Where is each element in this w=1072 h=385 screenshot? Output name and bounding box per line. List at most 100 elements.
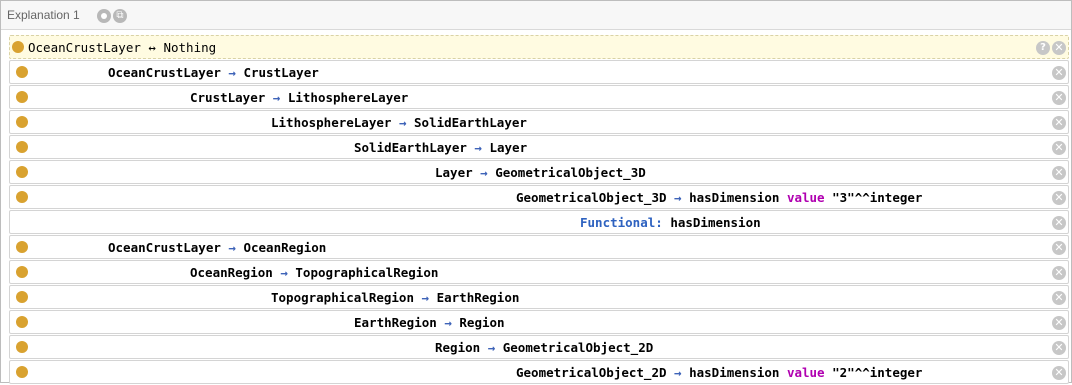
axiom-property: hasDimension <box>689 365 780 380</box>
axiom-text: OceanRegion → TopographicalRegion <box>190 265 438 280</box>
axiom-row[interactable]: Region → GeometricalObject_2D ✕ <box>9 335 1069 359</box>
axiom-subject: OceanRegion <box>190 265 273 280</box>
bullet-icon <box>16 316 28 328</box>
axiom-object: GeometricalObject_3D <box>495 165 646 180</box>
close-icon[interactable]: ✕ <box>1052 316 1066 330</box>
close-icon[interactable]: ✕ <box>1052 91 1066 105</box>
functional-keyword: Functional: <box>580 215 663 230</box>
bullet-icon <box>16 116 28 128</box>
axiom-row[interactable]: GeometricalObject_3D → hasDimension valu… <box>9 185 1069 209</box>
axiom-text: GeometricalObject_3D → hasDimension valu… <box>516 190 922 205</box>
axiom-object: GeometricalObject_2D <box>502 340 654 355</box>
axiom-row[interactable]: LithosphereLayer → SolidEarthLayer ✕ <box>9 110 1069 134</box>
subclass-arrow: → <box>398 115 407 130</box>
close-icon[interactable]: ✕ <box>1052 116 1066 130</box>
entailment-row[interactable]: OceanCrustLayer ↔ Nothing ? ✕ <box>9 35 1069 59</box>
bullet-icon <box>16 341 28 353</box>
subclass-arrow: → <box>228 65 236 80</box>
axiom-subject: OceanCrustLayer <box>28 40 141 55</box>
bullet-icon <box>16 291 28 303</box>
close-icon[interactable]: ✕ <box>1052 266 1066 280</box>
value-keyword: value <box>786 190 825 205</box>
axiom-row[interactable]: CrustLayer → LithosphereLayer ✕ <box>9 85 1069 109</box>
close-icon[interactable]: ✕ <box>1052 41 1066 55</box>
axiom-subject: EarthRegion <box>354 315 437 330</box>
axiom-object: CrustLayer <box>243 65 319 80</box>
axiom-row[interactable]: TopographicalRegion → EarthRegion ✕ <box>9 285 1069 309</box>
close-icon[interactable]: ✕ <box>1052 366 1066 380</box>
axiom-row[interactable]: OceanCrustLayer → CrustLayer ✕ <box>9 60 1069 84</box>
bullet-icon <box>12 41 24 53</box>
bullet-icon <box>16 166 28 178</box>
axiom-text: GeometricalObject_2D → hasDimension valu… <box>516 365 922 380</box>
bullet-icon <box>16 191 28 203</box>
axiom-subject: Region <box>435 340 481 355</box>
bullet-icon <box>16 366 28 378</box>
subclass-arrow: → <box>674 190 682 205</box>
subclass-arrow: → <box>421 290 430 305</box>
axiom-text: LithosphereLayer → SolidEarthLayer <box>271 115 527 130</box>
close-icon[interactable]: ✕ <box>1052 191 1066 205</box>
close-icon[interactable]: ✕ <box>1052 341 1066 355</box>
axiom-text: Functional: hasDimension <box>580 215 761 230</box>
close-icon[interactable]: ✕ <box>1052 291 1066 305</box>
axiom-text: Layer → GeometricalObject_3D <box>435 165 646 180</box>
subclass-arrow: → <box>280 265 288 280</box>
close-icon[interactable]: ✕ <box>1052 216 1066 230</box>
axiom-subject: OceanCrustLayer <box>108 65 221 80</box>
bullet-icon <box>16 91 28 103</box>
axiom-object: Region <box>459 315 505 330</box>
subclass-arrow: → <box>474 140 482 155</box>
axiom-text: TopographicalRegion → EarthRegion <box>271 290 519 305</box>
axiom-subject: CrustLayer <box>190 90 266 105</box>
axiom-row[interactable]: Functional: hasDimension ✕ <box>9 210 1069 234</box>
axiom-subject: GeometricalObject_2D <box>516 365 667 380</box>
copy-icon[interactable]: ⧉ <box>113 9 127 23</box>
equivalence-symbol: ↔ <box>148 40 156 55</box>
axiom-subject: LithosphereLayer <box>271 115 392 130</box>
axiom-literal: "3"^^integer <box>832 190 923 205</box>
bullet-icon <box>16 266 28 278</box>
axiom-text: CrustLayer → LithosphereLayer <box>190 90 408 105</box>
axiom-row[interactable]: OceanRegion → TopographicalRegion ✕ <box>9 260 1069 284</box>
axiom-row[interactable]: Layer → GeometricalObject_3D ✕ <box>9 160 1069 184</box>
subclass-arrow: → <box>272 90 281 105</box>
subclass-arrow: → <box>480 165 488 180</box>
axiom-object: SolidEarthLayer <box>414 115 527 130</box>
bullet-icon <box>16 241 28 253</box>
axiom-property: hasDimension <box>689 190 780 205</box>
axiom-row[interactable]: GeometricalObject_2D → hasDimension valu… <box>9 360 1069 384</box>
panel-title-bar: Explanation 1 ⧉ <box>1 1 1071 30</box>
bullet-icon <box>16 141 28 153</box>
subclass-arrow: → <box>487 340 496 355</box>
axiom-text: EarthRegion → Region <box>354 315 505 330</box>
axiom-object: OceanRegion <box>243 240 327 255</box>
axiom-subject: OceanCrustLayer <box>108 240 221 255</box>
radio-icon[interactable] <box>97 9 111 23</box>
close-icon[interactable]: ✕ <box>1052 141 1066 155</box>
axiom-object: Layer <box>489 140 528 155</box>
axiom-text: Region → GeometricalObject_2D <box>435 340 653 355</box>
axiom-subject: SolidEarthLayer <box>354 140 467 155</box>
axiom-property: hasDimension <box>670 215 761 230</box>
close-icon[interactable]: ✕ <box>1052 66 1066 80</box>
axiom-subject: Layer <box>435 165 473 180</box>
axiom-text: OceanCrustLayer → OceanRegion <box>108 240 326 255</box>
panel-title: Explanation 1 <box>7 8 80 22</box>
axiom-row[interactable]: SolidEarthLayer → Layer ✕ <box>9 135 1069 159</box>
subclass-arrow: → <box>228 240 236 255</box>
axiom-row[interactable]: OceanCrustLayer → OceanRegion ✕ <box>9 235 1069 259</box>
value-keyword: value <box>786 365 825 380</box>
axiom-subject: TopographicalRegion <box>271 290 414 305</box>
close-icon[interactable]: ✕ <box>1052 166 1066 180</box>
close-icon[interactable]: ✕ <box>1052 241 1066 255</box>
axiom-row[interactable]: EarthRegion → Region ✕ <box>9 310 1069 334</box>
axiom-literal: "2"^^integer <box>832 365 923 380</box>
axiom-object: LithosphereLayer <box>287 90 409 105</box>
explanation-panel: Explanation 1 ⧉ OceanCrustLayer ↔ Nothin… <box>0 0 1072 384</box>
entailment-axiom: OceanCrustLayer ↔ Nothing <box>28 40 216 55</box>
help-icon[interactable]: ? <box>1036 41 1050 55</box>
axiom-subject: GeometricalObject_3D <box>516 190 667 205</box>
subclass-arrow: → <box>444 315 452 330</box>
axiom-object: TopographicalRegion <box>295 265 439 280</box>
